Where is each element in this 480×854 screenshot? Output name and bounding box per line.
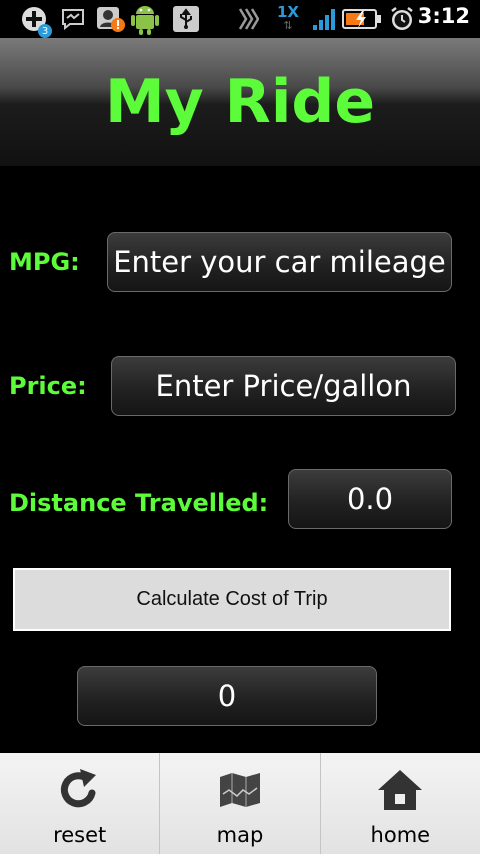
app-title: My Ride xyxy=(104,67,376,137)
status-bar: 3 1X ⇅ 3:12 xyxy=(0,0,480,38)
calculate-button[interactable]: Calculate Cost of Trip xyxy=(13,568,451,631)
mpg-label: MPG: xyxy=(9,248,80,276)
signal-waves-icon xyxy=(236,6,260,32)
nav-map-label: map xyxy=(216,823,264,847)
android-icon xyxy=(128,2,162,36)
nav-home-label: home xyxy=(370,823,431,847)
price-input[interactable]: Enter Price/gallon xyxy=(111,356,456,416)
contact-alert-icon xyxy=(96,6,126,32)
usb-icon xyxy=(172,6,200,32)
nav-home[interactable]: home xyxy=(321,753,480,854)
network-1x-icon: 1X ⇅ xyxy=(276,3,299,32)
bottom-nav: reset map home xyxy=(0,753,480,854)
nav-map[interactable]: map xyxy=(160,753,321,854)
distance-field[interactable]: 0.0 xyxy=(288,469,452,529)
nav-reset-label: reset xyxy=(53,823,107,847)
status-time: 3:12 xyxy=(417,4,470,28)
mpg-input[interactable]: Enter your car mileage xyxy=(107,232,452,292)
battery-charging-icon xyxy=(342,6,382,32)
alarm-clock-icon xyxy=(388,6,416,32)
distance-label: Distance Travelled: xyxy=(9,489,269,517)
home-icon xyxy=(375,765,425,815)
nav-reset[interactable]: reset xyxy=(0,753,161,854)
messenger-icon xyxy=(60,6,86,32)
notification-badge: 3 xyxy=(38,24,52,38)
refresh-icon xyxy=(55,765,105,815)
signal-strength-icon xyxy=(310,6,338,32)
map-icon xyxy=(215,765,265,815)
result-field: 0 xyxy=(77,666,377,726)
price-label: Price: xyxy=(9,372,87,400)
